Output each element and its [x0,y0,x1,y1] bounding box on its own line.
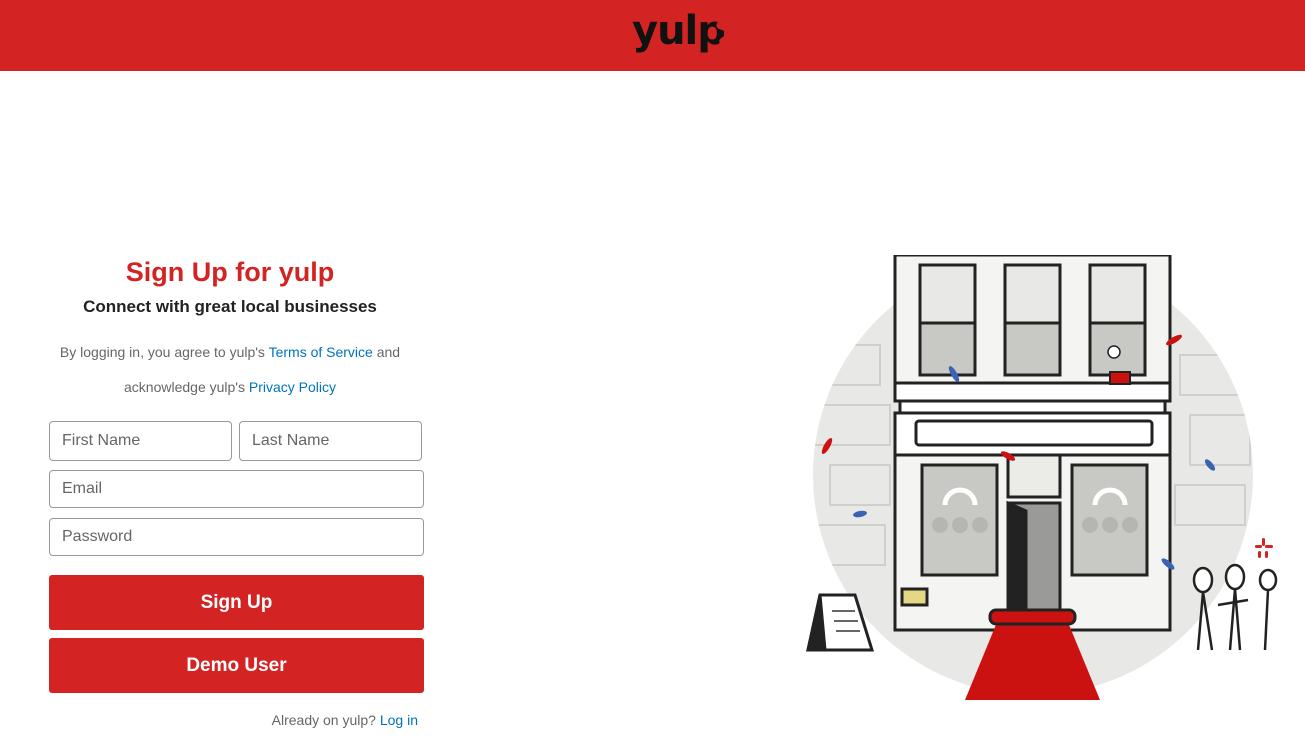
privacy-policy-link[interactable]: Privacy Policy [249,379,336,395]
legal-line-2: acknowledge yulp's Privacy Policy [40,379,420,395]
top-nav-bar: yulp [0,0,1305,71]
password-field[interactable] [49,518,424,556]
already-label: Already on yulp? [271,712,380,728]
terms-of-service-link[interactable]: Terms of Service [269,344,373,360]
email-field[interactable] [49,470,424,508]
yelp-burst-icon [716,3,752,50]
legal-prefix: By logging in, you agree to yulp's [59,344,269,360]
first-name-field[interactable] [49,421,232,461]
logo-text: yulp [632,8,726,54]
legal-middle: and [372,344,401,360]
sign-up-button[interactable]: Sign Up [49,575,424,630]
yulp-logo[interactable]: yulp [630,0,760,66]
log-in-link[interactable]: Log in [380,712,418,728]
last-name-field[interactable] [239,421,422,461]
page-subtitle: Connect with great local businesses [83,297,377,316]
legal-prefix-2: acknowledge yulp's [124,379,249,395]
legal-line-1: By logging in, you agree to yulp's Terms… [40,344,420,360]
storefront-illustration [800,253,1290,705]
already-member-text: Already on yulp? Log in [49,712,418,728]
page-title: Sign Up for yulp [125,257,335,287]
demo-user-button[interactable]: Demo User [49,638,424,693]
